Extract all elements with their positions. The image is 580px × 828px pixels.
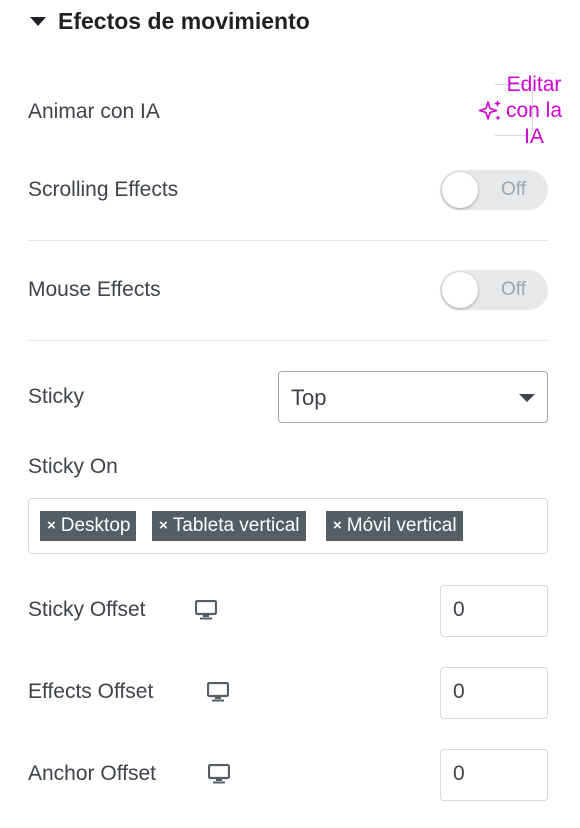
scrolling-effects-label: Scrolling Effects (28, 178, 179, 201)
toggle-knob (442, 172, 478, 208)
section-title: Efectos de movimiento (58, 7, 310, 34)
desktop-monitor-icon[interactable] (195, 600, 217, 620)
close-icon[interactable]: × (333, 511, 342, 541)
anchor-offset-label: Anchor Offset (28, 762, 157, 785)
desktop-monitor-icon[interactable] (207, 682, 229, 702)
section-header-motion-effects[interactable]: Efectos de movimiento (30, 6, 310, 36)
caret-down-icon (30, 17, 46, 26)
tag-tablet-portrait: × Tableta vertical (152, 511, 306, 541)
sticky-offset-input[interactable]: 0 (440, 585, 548, 637)
effects-offset-input[interactable]: 0 (440, 667, 548, 719)
toggle-knob (442, 272, 478, 308)
chevron-down-icon (519, 394, 535, 402)
desktop-monitor-icon[interactable] (208, 764, 230, 784)
sticky-selected-value: Top (291, 385, 327, 410)
effects-offset-label: Effects Offset (28, 680, 154, 703)
edit-with-ai-button[interactable]: Editar con la IA (478, 72, 568, 154)
tag-desktop: × Desktop (40, 511, 137, 541)
mouse-effects-label: Mouse Effects (28, 278, 161, 301)
close-icon[interactable]: × (159, 511, 168, 541)
close-icon[interactable]: × (47, 511, 56, 541)
sticky-offset-label: Sticky Offset (28, 598, 146, 621)
tag-mobile-portrait: × Móvil vertical (326, 511, 463, 541)
toggle-state-label: Off (501, 179, 526, 200)
sticky-on-label: Sticky On (28, 455, 118, 478)
edit-with-ai-label: Editar con la IA (505, 73, 563, 148)
ai-animation-label: Animar con IA (28, 100, 160, 123)
toggle-state-label: Off (501, 279, 526, 300)
sticky-label: Sticky (28, 385, 85, 408)
anchor-offset-input[interactable]: 0 (440, 749, 548, 801)
scrolling-effects-toggle[interactable]: Off (440, 170, 548, 210)
mouse-effects-toggle[interactable]: Off (440, 270, 548, 310)
tag-label: Desktop (60, 515, 131, 536)
sticky-select[interactable]: Top (278, 371, 548, 423)
tag-label: Móvil vertical (346, 515, 457, 536)
divider (28, 340, 548, 341)
divider (28, 240, 548, 241)
tag-label: Tableta vertical (172, 515, 300, 536)
sticky-on-multiselect[interactable]: × Desktop × Tableta vertical × Móvil ver… (28, 498, 548, 554)
